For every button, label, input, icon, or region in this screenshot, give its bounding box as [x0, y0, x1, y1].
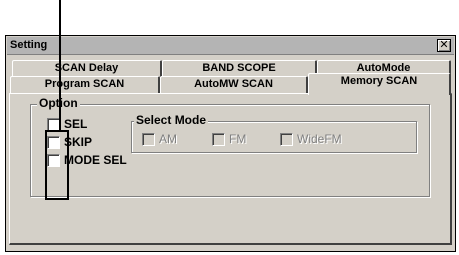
mode-sel-label: MODE SEL: [64, 153, 127, 167]
tab-band-scope[interactable]: BAND SCOPE: [162, 60, 317, 77]
option-sel-row[interactable]: SEL: [47, 117, 87, 131]
titlebar[interactable]: Setting ✕: [7, 37, 454, 55]
screenshot-stage: Setting ✕ SCAN Delay BAND SCOPE AutoMode…: [0, 0, 459, 255]
setting-window: Setting ✕ SCAN Delay BAND SCOPE AutoMode…: [5, 35, 456, 252]
select-mode-group-title: Select Mode: [134, 113, 209, 127]
select-mode-widefm-row[interactable]: WideFM: [280, 132, 342, 146]
window-title: Setting: [10, 39, 48, 51]
option-groupbox: Option SEL SKIP MODE SEL Select Mode: [30, 96, 430, 197]
checkbox-highlight-box: [45, 130, 69, 200]
tab-program-scan[interactable]: Program SCAN: [10, 76, 160, 93]
fm-checkbox[interactable]: [212, 132, 225, 146]
tab-memory-scan[interactable]: Memory SCAN: [308, 73, 451, 95]
tab-panel-memory-scan: Option SEL SKIP MODE SEL Select Mode: [9, 93, 452, 245]
close-icon: ✕: [439, 39, 449, 51]
select-mode-fm-row[interactable]: FM: [212, 132, 246, 146]
callout-pointer-line: [59, 0, 61, 130]
sel-label: SEL: [64, 117, 88, 131]
am-label: AM: [159, 132, 177, 146]
tab-automw-scan[interactable]: AutoMW SCAN: [160, 76, 308, 93]
widefm-label: WideFM: [297, 132, 342, 146]
tab-scan-delay[interactable]: SCAN Delay: [12, 60, 162, 77]
fm-label: FM: [229, 132, 247, 146]
select-mode-am-row[interactable]: AM: [142, 132, 177, 146]
close-button[interactable]: ✕: [437, 39, 451, 52]
am-checkbox[interactable]: [142, 132, 155, 146]
select-mode-groupbox: Select Mode AM FM WideFM: [131, 113, 417, 153]
widefm-checkbox[interactable]: [280, 132, 293, 146]
